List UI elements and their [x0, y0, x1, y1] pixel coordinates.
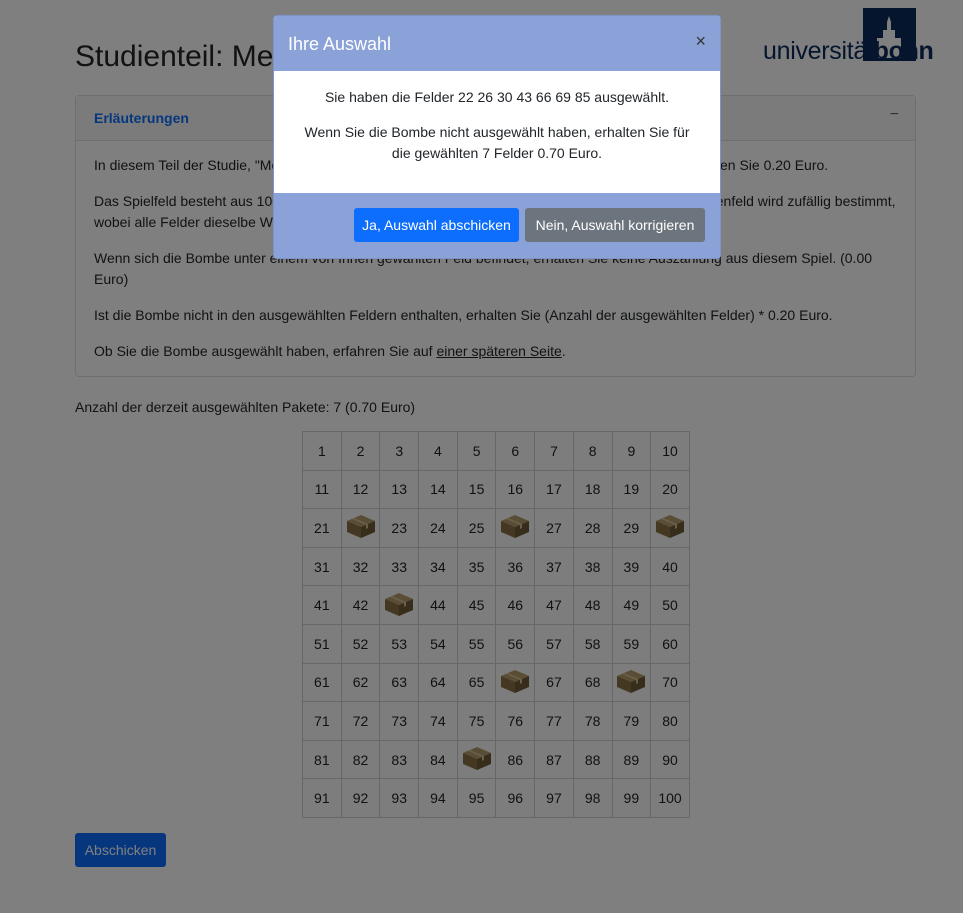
correct-selection-button[interactable]: Nein, Auswahl korrigieren [525, 208, 705, 242]
modal-title: Ihre Auswahl [288, 34, 392, 54]
modal-header: Ihre Auswahl × [274, 16, 720, 71]
modal-footer: Ja, Auswahl abschicken Nein, Auswahl kor… [274, 193, 720, 258]
confirm-selection-button[interactable]: Ja, Auswahl abschicken [354, 208, 519, 242]
modal-selected-fields-text: Sie haben die Felder 22 26 30 43 66 69 8… [324, 89, 670, 105]
confirmation-modal: Ihre Auswahl × Sie haben die Felder 22 2… [273, 15, 721, 259]
close-icon[interactable]: × [695, 31, 706, 51]
modal-payout-text: Wenn Sie die Bombe nicht ausgewählt habe… [304, 124, 690, 161]
modal-body: Sie haben die Felder 22 26 30 43 66 69 8… [274, 71, 720, 193]
